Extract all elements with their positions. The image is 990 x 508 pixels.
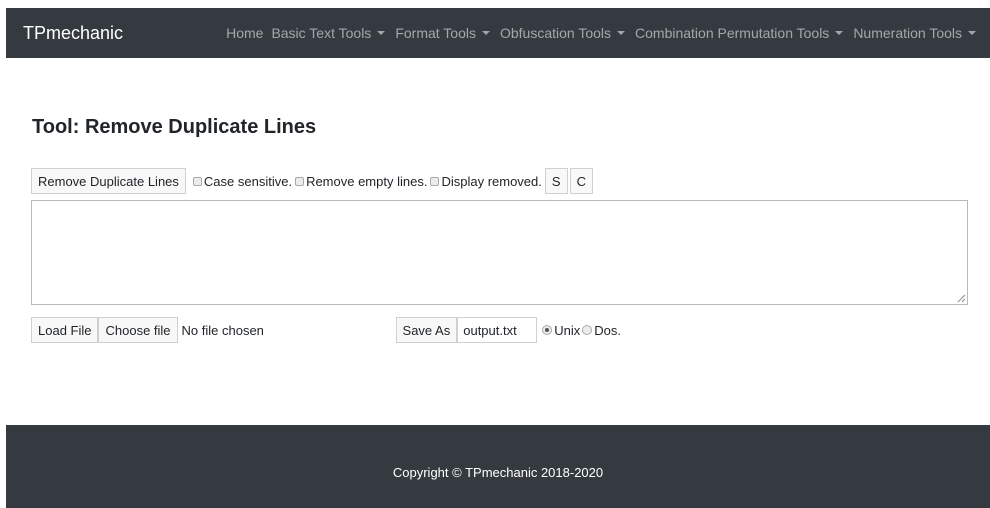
choose-file-button[interactable]: Choose file (98, 317, 178, 343)
caret-down-icon (617, 31, 626, 35)
dos-option[interactable]: Dos. (582, 323, 621, 338)
nav-basic-text-tools[interactable]: Basic Text Tools (271, 25, 387, 41)
remove-empty-lines-option[interactable]: Remove empty lines. (295, 174, 427, 189)
nav-menu: Home Basic Text Tools Format Tools Obfus… (218, 25, 978, 41)
top-navbar: TPmechanic Home Basic Text Tools Format … (6, 8, 990, 58)
nav-format-tools-label: Format Tools (395, 25, 476, 41)
case-sensitive-checkbox[interactable] (192, 176, 202, 186)
nav-combination-permutation-tools[interactable]: Combination Permutation Tools (635, 25, 845, 41)
nav-home[interactable]: Home (226, 25, 263, 41)
text-editor[interactable] (31, 200, 968, 305)
nav-numeration-tools-label: Numeration Tools (853, 25, 962, 41)
display-removed-option[interactable]: Display removed. (430, 173, 542, 189)
s-button[interactable]: S (544, 168, 568, 194)
display-removed-checkbox[interactable] (430, 176, 440, 186)
tool-options-bar: Remove Duplicate Lines Case sensitive. R… (31, 168, 593, 194)
nav-format-tools[interactable]: Format Tools (395, 25, 492, 41)
nav-obfuscation-tools[interactable]: Obfuscation Tools (500, 25, 627, 41)
remove-duplicate-lines-button[interactable]: Remove Duplicate Lines (31, 168, 186, 194)
brand-logo[interactable]: TPmechanic (23, 23, 123, 44)
page-footer: Copyright © TPmechanic 2018-2020 (6, 425, 990, 508)
filename-input[interactable] (457, 317, 538, 343)
c-button[interactable]: C (569, 168, 593, 194)
nav-combination-permutation-tools-label: Combination Permutation Tools (635, 25, 830, 41)
page-title: Tool: Remove Duplicate Lines (32, 116, 317, 138)
nav-obfuscation-tools-label: Obfuscation Tools (499, 25, 612, 41)
file-status-text: No file chosen (181, 322, 264, 338)
unix-option[interactable]: Unix (542, 323, 580, 338)
dos-radio[interactable] (582, 325, 593, 335)
file-actions-bar: Load File Choose file No file chosen Sav… (31, 317, 621, 343)
caret-down-icon (481, 31, 490, 35)
remove-empty-lines-checkbox[interactable] (295, 176, 305, 186)
caret-down-icon (968, 31, 976, 35)
nav-home-label: Home (226, 25, 264, 41)
nav-numeration-tools[interactable]: Numeration Tools (853, 25, 978, 41)
nav-basic-text-tools-label: Basic Text Tools (271, 25, 372, 41)
save-as-button[interactable]: Save As (395, 317, 458, 343)
caret-down-icon (835, 31, 844, 35)
remove-empty-lines-label: Remove empty lines. (306, 173, 428, 189)
caret-down-icon (377, 31, 386, 35)
unix-label: Unix (554, 322, 581, 338)
unix-radio[interactable] (542, 325, 553, 335)
case-sensitive-option[interactable]: Case sensitive. (192, 173, 293, 189)
load-file-button[interactable]: Load File (31, 317, 99, 343)
display-removed-label: Display removed. (441, 173, 542, 189)
copyright-text: Copyright © TPmechanic 2018-2020 (392, 465, 604, 480)
case-sensitive-label: Case sensitive. (203, 173, 293, 189)
dos-label: Dos. (594, 322, 621, 338)
